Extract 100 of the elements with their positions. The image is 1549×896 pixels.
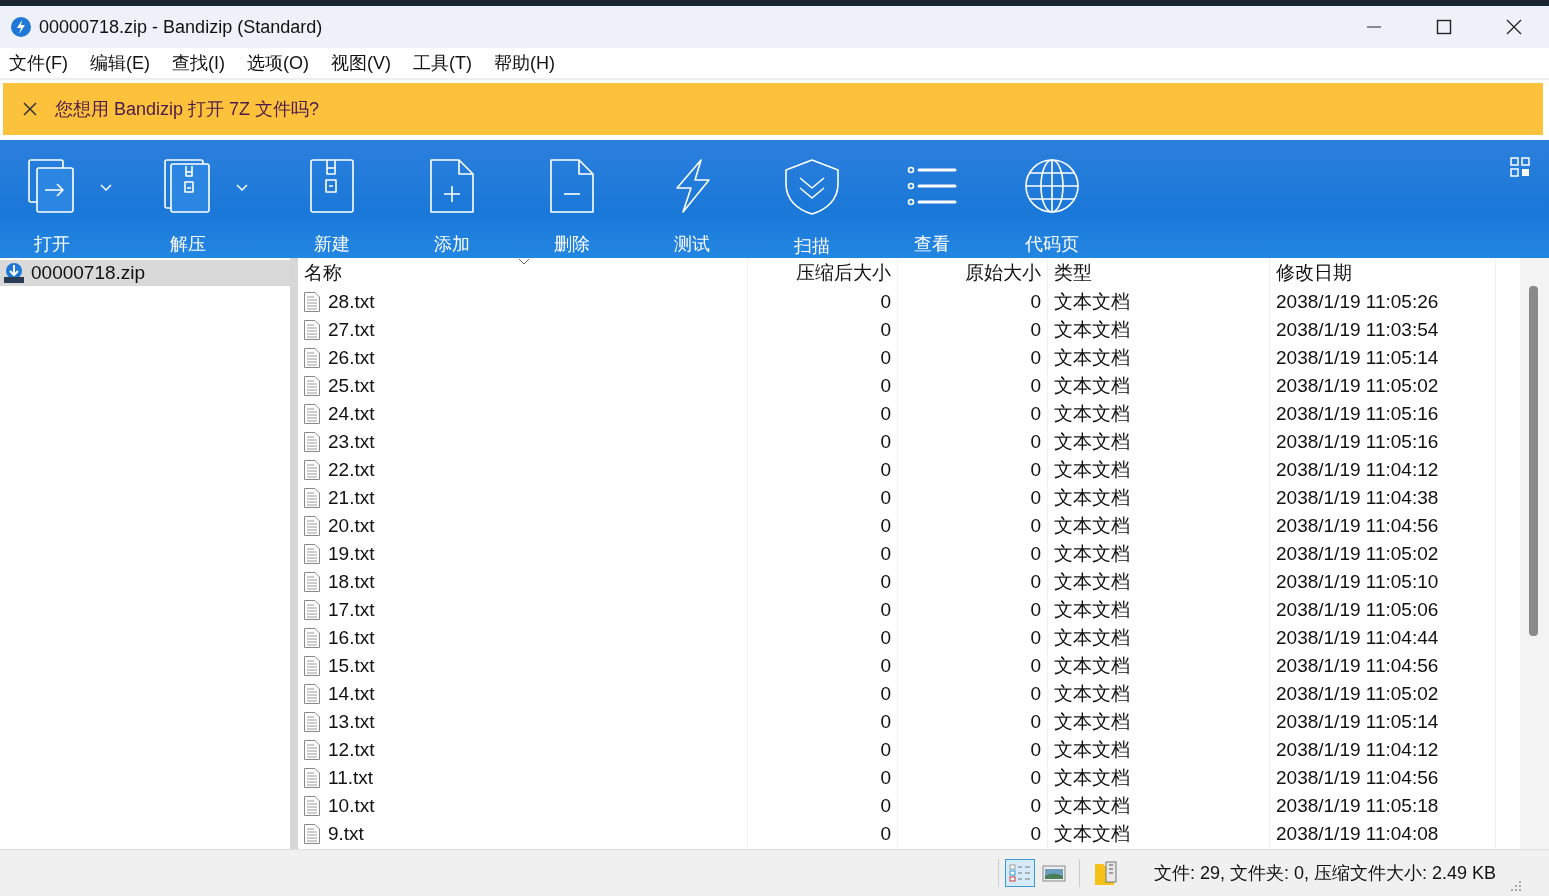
table-cell: 2038/1/19 11:04:38 bbox=[1276, 486, 1439, 509]
window-title: 00000718.zip - Bandizip (Standard) bbox=[39, 16, 323, 38]
table-cell: 2038/1/19 11:05:10 bbox=[1276, 570, 1439, 593]
table-cell-text: 文本文档 bbox=[1054, 485, 1130, 510]
folder-zip-icon bbox=[1094, 860, 1118, 887]
file-name[interactable]: 22.txt bbox=[328, 458, 375, 481]
file-name[interactable]: 25.txt bbox=[328, 374, 375, 397]
table-cell-text: 文本文档 bbox=[1054, 345, 1130, 370]
file-plus-icon bbox=[427, 157, 477, 214]
file-name[interactable]: 15.txt bbox=[328, 654, 375, 677]
scan-button[interactable]: 扫描 bbox=[760, 139, 864, 256]
table-cell: 0 bbox=[1030, 346, 1041, 369]
menu-item[interactable]: 视图(V) bbox=[331, 51, 391, 75]
table-cell-text: 文本文档 bbox=[1054, 513, 1130, 538]
file-name[interactable]: 28.txt bbox=[328, 290, 375, 313]
menu-item[interactable]: 帮助(H) bbox=[493, 51, 555, 75]
column-header[interactable]: 原始大小 bbox=[898, 257, 1048, 288]
text-file-icon bbox=[304, 599, 320, 620]
scrollbar[interactable] bbox=[1520, 257, 1549, 850]
open-button[interactable]: 打开 bbox=[8, 139, 96, 256]
table-cell: 2038/1/19 11:05:18 bbox=[1276, 794, 1439, 817]
codepage-button[interactable]: 代码页 bbox=[1000, 139, 1104, 256]
file-name[interactable]: 24.txt bbox=[328, 402, 375, 425]
file-name[interactable]: 13.txt bbox=[328, 710, 375, 733]
table-cell-text: 文本文档 bbox=[1054, 289, 1130, 314]
file-name[interactable]: 27.txt bbox=[328, 318, 375, 341]
table-cell: 0 bbox=[880, 654, 891, 677]
zipper-files-icon bbox=[163, 157, 213, 214]
table-cell: 2038/1/19 11:05:16 bbox=[1276, 430, 1439, 453]
globe-icon bbox=[1024, 157, 1080, 214]
extract-button[interactable]: 解压 bbox=[144, 139, 232, 256]
table-cell: 0 bbox=[880, 766, 891, 789]
file-name[interactable]: 19.txt bbox=[328, 542, 375, 565]
menu-item[interactable]: 文件(F) bbox=[9, 51, 68, 75]
text-file-icon bbox=[304, 515, 320, 536]
table-cell: 2038/1/19 11:05:02 bbox=[1276, 374, 1439, 397]
text-file-icon bbox=[304, 375, 320, 396]
file-name[interactable]: 16.txt bbox=[328, 626, 375, 649]
column-header[interactable]: 类型 bbox=[1048, 257, 1270, 288]
table-cell: 0 bbox=[1030, 402, 1041, 425]
delete-button[interactable]: 删除 bbox=[520, 139, 624, 256]
text-file-icon bbox=[304, 655, 320, 676]
file-minus-icon bbox=[547, 157, 597, 214]
table-cell: 0 bbox=[1030, 794, 1041, 817]
file-name[interactable]: 14.txt bbox=[328, 682, 375, 705]
text-file-icon bbox=[304, 823, 320, 844]
table-cell: 0 bbox=[880, 374, 891, 397]
menu-item[interactable]: 选项(O) bbox=[247, 51, 309, 75]
new-button[interactable]: 新建 bbox=[280, 139, 384, 256]
view-button[interactable]: 查看 bbox=[880, 139, 984, 256]
column-header[interactable]: 修改日期 bbox=[1270, 257, 1496, 288]
table-cell-text: 文本文档 bbox=[1054, 429, 1130, 454]
add-button[interactable]: 添加 bbox=[400, 139, 504, 256]
file-name[interactable]: 23.txt bbox=[328, 430, 375, 453]
zip-file-icon bbox=[3, 261, 25, 284]
table-cell: 0 bbox=[1030, 542, 1041, 565]
resize-grip-icon[interactable] bbox=[1510, 880, 1523, 892]
table-cell: 0 bbox=[880, 626, 891, 649]
table-cell: 0 bbox=[880, 430, 891, 453]
table-cell: 0 bbox=[880, 822, 891, 845]
table-cell: 2038/1/19 11:05:02 bbox=[1276, 542, 1439, 565]
table-cell: 2038/1/19 11:05:26 bbox=[1276, 290, 1439, 313]
caret-icon bbox=[100, 183, 112, 192]
text-file-icon bbox=[304, 795, 320, 816]
table-cell: 0 bbox=[880, 710, 891, 733]
text-file-icon bbox=[304, 683, 320, 704]
table-cell: 0 bbox=[880, 402, 891, 425]
table-cell: 2038/1/19 11:03:54 bbox=[1276, 318, 1439, 341]
file-name[interactable]: 9.txt bbox=[328, 822, 364, 845]
table-cell: 0 bbox=[880, 570, 891, 593]
file-name[interactable]: 18.txt bbox=[328, 570, 375, 593]
layout-grid-icon[interactable] bbox=[1509, 155, 1531, 178]
table-cell-text: 文本文档 bbox=[1054, 653, 1130, 678]
file-name[interactable]: 12.txt bbox=[328, 738, 375, 761]
caret-icon bbox=[236, 183, 248, 192]
file-name[interactable]: 17.txt bbox=[328, 598, 375, 621]
table-cell: 2038/1/19 11:04:44 bbox=[1276, 626, 1439, 649]
table-cell: 0 bbox=[1030, 458, 1041, 481]
text-file-icon bbox=[304, 291, 320, 312]
table-cell: 0 bbox=[1030, 626, 1041, 649]
table-cell-text: 文本文档 bbox=[1054, 541, 1130, 566]
file-name[interactable]: 26.txt bbox=[328, 346, 375, 369]
table-cell: 0 bbox=[1030, 374, 1041, 397]
details-view-button[interactable] bbox=[1005, 859, 1035, 888]
menu-item[interactable]: 编辑(E) bbox=[90, 51, 150, 75]
file-name[interactable]: 20.txt bbox=[328, 514, 375, 537]
shield-chevron-icon bbox=[782, 157, 842, 216]
column-header[interactable]: 名称 bbox=[298, 257, 748, 288]
test-button[interactable]: 测试 bbox=[640, 139, 744, 256]
column-header[interactable]: 压缩后大小 bbox=[748, 257, 898, 288]
table-cell: 0 bbox=[1030, 430, 1041, 453]
archive-tree-item[interactable]: 00000718.zip bbox=[0, 259, 290, 286]
file-name[interactable]: 21.txt bbox=[328, 486, 375, 509]
file-name[interactable]: 10.txt bbox=[328, 794, 375, 817]
table-cell: 0 bbox=[880, 514, 891, 537]
menu-item[interactable]: 工具(T) bbox=[413, 51, 472, 75]
table-cell-text: 文本文档 bbox=[1054, 597, 1130, 622]
table-cell: 0 bbox=[1030, 318, 1041, 341]
file-name[interactable]: 11.txt bbox=[328, 766, 374, 789]
menu-item[interactable]: 查找(I) bbox=[172, 51, 225, 75]
